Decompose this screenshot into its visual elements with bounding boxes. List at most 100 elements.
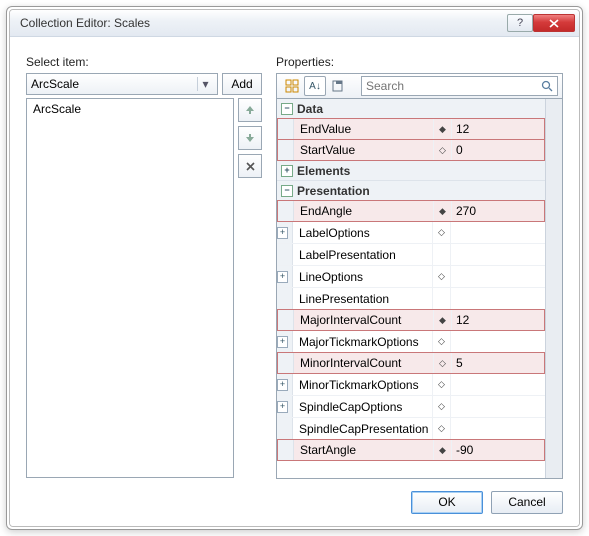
property-value[interactable]: 12 — [452, 310, 544, 330]
ok-button[interactable]: OK — [411, 491, 483, 514]
property-name: LabelOptions — [293, 222, 433, 243]
dialog-body: Select item: ArcScale ▾ Add ArcScale — [10, 37, 579, 526]
help-button[interactable]: ? — [507, 14, 533, 32]
property-name: MajorTickmarkOptions — [293, 331, 433, 352]
property-row[interactable]: +MajorTickmarkOptions◇ — [277, 331, 545, 353]
expand-icon[interactable]: + — [277, 401, 288, 413]
property-grid[interactable]: −DataEndValue◆12StartValue◇0+Elements−Pr… — [276, 99, 563, 479]
expand-icon[interactable]: + — [277, 379, 288, 391]
window-outer: Collection Editor: Scales ? Select item:… — [6, 6, 583, 530]
property-row[interactable]: StartValue◇0 — [277, 139, 545, 161]
property-row[interactable]: EndAngle◆270 — [277, 200, 545, 222]
property-value[interactable] — [451, 266, 545, 287]
search-icon — [541, 80, 553, 92]
property-row[interactable]: +SpindleCapOptions◇ — [277, 396, 545, 418]
expand-icon[interactable]: + — [277, 336, 288, 348]
expand-icon[interactable]: + — [277, 227, 288, 239]
property-value[interactable] — [451, 288, 545, 309]
categorized-icon — [285, 79, 299, 93]
value-marker-icon — [433, 288, 451, 309]
value-marker-icon — [433, 244, 451, 265]
expand-icon: + — [281, 165, 293, 177]
row-gutter — [278, 201, 294, 221]
property-row[interactable]: + LineOptions◇ — [277, 266, 545, 288]
row-gutter — [277, 288, 293, 309]
property-row[interactable]: MajorIntervalCount◆12 — [277, 309, 545, 331]
property-name: EndValue — [294, 119, 434, 139]
property-row[interactable]: EndValue◆12 — [277, 118, 545, 140]
property-row[interactable]: +LabelOptions◇ — [277, 222, 545, 244]
value-marker-icon: ◇ — [433, 266, 451, 287]
category-label: Presentation — [297, 184, 370, 198]
property-row[interactable]: LabelPresentation — [277, 244, 545, 266]
category-label: Data — [297, 102, 323, 116]
property-name: MajorIntervalCount — [294, 310, 434, 330]
value-marker-icon: ◇ — [434, 353, 452, 373]
category-row[interactable]: −Data — [277, 99, 545, 119]
items-listbox[interactable]: ArcScale — [26, 98, 234, 478]
property-value[interactable]: 270 — [452, 201, 544, 221]
row-gutter — [278, 119, 294, 139]
property-value[interactable] — [451, 374, 545, 395]
add-button[interactable]: Add — [222, 73, 262, 95]
property-name: SpindleCapPresentation — [293, 418, 433, 439]
value-marker-icon: ◇ — [433, 418, 451, 439]
property-name: MinorIntervalCount — [294, 353, 434, 373]
property-row[interactable]: LinePresentation — [277, 288, 545, 310]
property-name: MinorTickmarkOptions — [293, 374, 433, 395]
property-row[interactable]: SpindleCapPresentation◇ — [277, 418, 545, 440]
close-icon — [549, 19, 559, 28]
window-title: Collection Editor: Scales — [20, 16, 504, 30]
property-row[interactable]: +MinorTickmarkOptions◇ — [277, 374, 545, 396]
property-name: StartAngle — [294, 440, 434, 460]
property-value[interactable] — [451, 396, 545, 417]
row-gutter: + — [277, 396, 293, 417]
row-gutter — [277, 418, 293, 439]
cancel-button[interactable]: Cancel — [491, 491, 563, 514]
wrench-icon — [331, 79, 345, 93]
category-row[interactable]: +Elements — [277, 161, 545, 181]
list-item[interactable]: ArcScale — [31, 101, 229, 117]
categorized-button[interactable] — [281, 76, 303, 96]
row-gutter: + — [277, 331, 293, 352]
property-value[interactable] — [451, 331, 545, 352]
property-value[interactable] — [451, 418, 545, 439]
alphabetical-button[interactable]: A↓ — [304, 76, 326, 96]
titlebar: Collection Editor: Scales ? — [10, 10, 579, 37]
row-gutter: + — [277, 374, 293, 395]
arrow-down-icon — [244, 133, 256, 143]
row-gutter — [278, 440, 294, 460]
move-up-button[interactable] — [238, 98, 262, 122]
property-value[interactable] — [451, 222, 545, 243]
close-button[interactable] — [533, 14, 575, 32]
property-value[interactable]: 0 — [452, 140, 544, 160]
property-value[interactable]: -90 — [452, 440, 544, 460]
row-gutter — [277, 244, 293, 265]
category-row[interactable]: −Presentation — [277, 181, 545, 201]
property-name: LineOptions — [293, 266, 433, 287]
expand-icon[interactable]: + — [277, 271, 288, 283]
search-input[interactable] — [366, 79, 541, 93]
item-type-combo[interactable]: ArcScale ▾ — [26, 73, 218, 95]
property-value[interactable]: 12 — [452, 119, 544, 139]
value-marker-icon: ◆ — [434, 440, 452, 460]
delete-icon — [245, 161, 256, 172]
collapse-icon: − — [281, 185, 293, 197]
property-pages-button[interactable] — [327, 76, 349, 96]
delete-button[interactable] — [238, 154, 262, 178]
property-name: EndAngle — [294, 201, 434, 221]
value-marker-icon: ◆ — [434, 201, 452, 221]
property-row[interactable]: StartAngle◆-90 — [277, 439, 545, 461]
arrow-up-icon — [244, 105, 256, 115]
search-field[interactable] — [361, 76, 558, 96]
row-gutter: + — [277, 266, 293, 287]
scrollbar[interactable] — [545, 99, 562, 478]
property-name: StartValue — [294, 140, 434, 160]
row-gutter — [278, 140, 294, 160]
collapse-icon: − — [281, 103, 293, 115]
move-down-button[interactable] — [238, 126, 262, 150]
property-value[interactable]: 5 — [452, 353, 544, 373]
property-value[interactable] — [451, 244, 545, 265]
property-row[interactable]: MinorIntervalCount◇5 — [277, 352, 545, 374]
value-marker-icon: ◇ — [434, 140, 452, 160]
